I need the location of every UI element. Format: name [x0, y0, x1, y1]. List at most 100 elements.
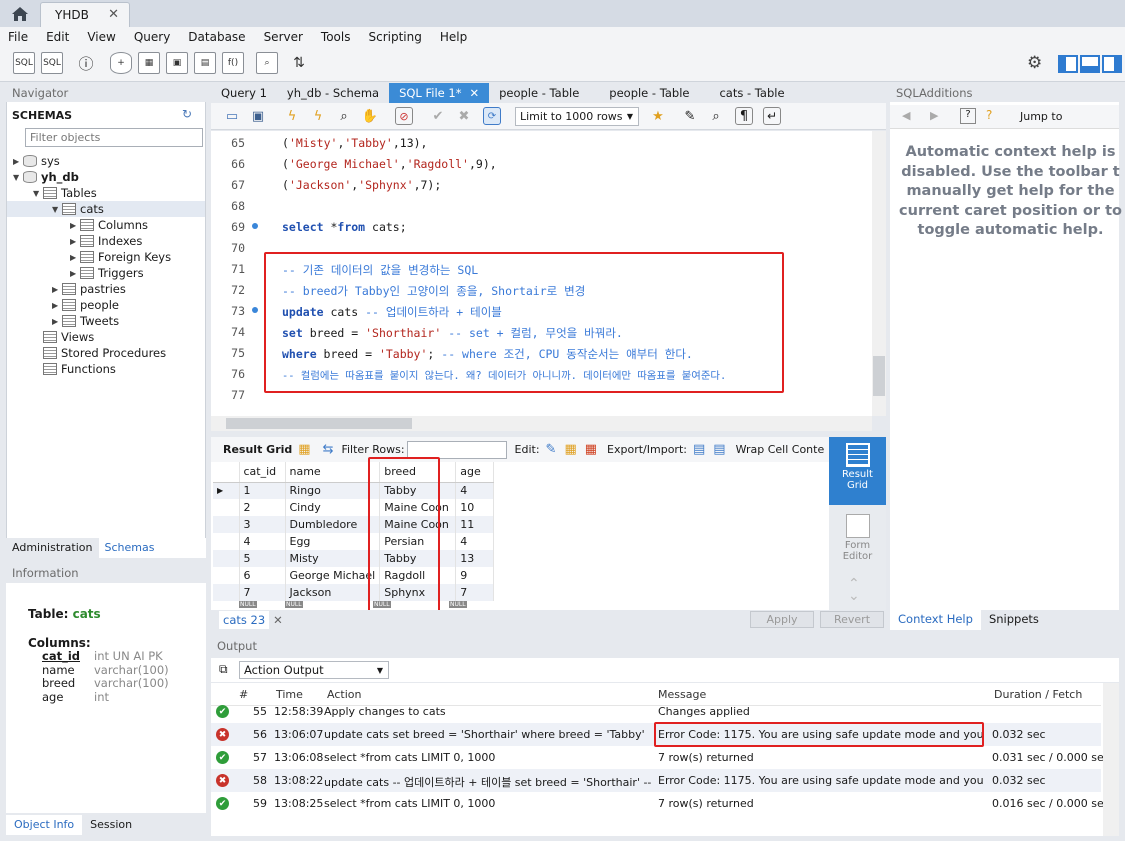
back-icon[interactable]: ◀	[902, 109, 910, 122]
stop-icon[interactable]: ✋	[361, 107, 379, 125]
tree-item-views[interactable]: Views	[43, 329, 94, 345]
expand-arrow-icon[interactable]: ▶	[70, 269, 80, 278]
tree-item-foreign-keys[interactable]: ▶ Foreign Keys	[70, 249, 171, 265]
column-header[interactable]: age	[455, 462, 495, 483]
menu-database[interactable]: Database	[188, 30, 245, 44]
result-grid[interactable]: cat_id name breed age ▶ 1 Ringo Tabby 4 …	[211, 462, 829, 610]
toggle-secondary-sidebar-icon[interactable]	[1102, 55, 1122, 73]
table-row[interactable]: 6 George Michael Ragdoll 9	[213, 567, 495, 584]
tab-people-table-2[interactable]: people - Table	[599, 83, 699, 103]
collapse-arrow-icon[interactable]: ▼	[13, 173, 23, 182]
tab-sql-file-1[interactable]: SQL File 1* ✕	[389, 83, 490, 103]
expand-arrow-icon[interactable]: ▶	[70, 253, 80, 262]
tab-session[interactable]: Session	[82, 815, 140, 835]
output-vertical-scrollbar[interactable]	[1103, 683, 1119, 836]
grid-icon[interactable]: ▦	[298, 442, 310, 457]
table-cell[interactable]: Jackson	[285, 584, 381, 601]
commit-icon[interactable]: ✔	[429, 107, 447, 125]
tab-context-help[interactable]: Context Help	[890, 610, 981, 630]
toggle-output-icon[interactable]	[1080, 55, 1100, 73]
table-cell[interactable]: 4	[455, 482, 495, 499]
editor-hscroll-thumb[interactable]	[226, 418, 412, 429]
open-folder-icon[interactable]: ▭	[223, 107, 241, 125]
open-sql-file-icon[interactable]: SQL	[41, 52, 63, 74]
add-row-icon[interactable]: ▦	[564, 442, 576, 457]
tree-item-functions[interactable]: Functions	[43, 361, 116, 377]
word-wrap-icon[interactable]: ↵	[763, 107, 781, 125]
menu-view[interactable]: View	[87, 30, 115, 44]
forward-icon[interactable]: ▶	[930, 109, 938, 122]
table-cell[interactable]: Dumbledore	[285, 516, 381, 533]
tree-item-triggers[interactable]: ▶ Triggers	[70, 265, 144, 281]
table-row[interactable]: 5 Misty Tabby 13	[213, 550, 495, 567]
table-cell[interactable]: George Michael	[285, 567, 381, 584]
table-cell[interactable]: Egg	[285, 533, 381, 550]
table-cell[interactable]: 4	[239, 533, 286, 550]
close-icon[interactable]: ✕	[108, 7, 119, 22]
table-cell[interactable]: Misty	[285, 550, 381, 567]
revert-button[interactable]: Revert	[820, 611, 884, 628]
table-cell[interactable]: Cindy	[285, 499, 381, 516]
table-cell[interactable]: 7	[455, 584, 495, 601]
create-schema-icon[interactable]: +	[110, 52, 132, 74]
output-row[interactable]: ✖ 58 13:08:22 update cats -- 업데이트하라 + 테이…	[211, 769, 1101, 792]
output-grid[interactable]: # Time Action Message Duration / Fetch ✔…	[211, 683, 1119, 836]
table-row[interactable]: 3 Dumbledore Maine Coon 11	[213, 516, 495, 533]
refresh-icon[interactable]: ⇆	[323, 442, 334, 457]
column-header[interactable]: name	[285, 462, 381, 483]
column-header[interactable]: cat_id	[239, 462, 286, 483]
beautify-icon[interactable]: ✎	[681, 107, 699, 125]
explain-icon[interactable]: ⌕	[335, 107, 353, 125]
tree-item-stored-procedures[interactable]: Stored Procedures	[43, 345, 166, 361]
wrap-cell-label[interactable]: Wrap Cell Conte	[736, 443, 825, 456]
tab-query-1[interactable]: Query 1	[211, 83, 277, 103]
form-editor-view-button[interactable]: Form Editor	[829, 510, 886, 570]
apply-button[interactable]: Apply	[750, 611, 814, 628]
inspector-icon[interactable]: ⓘ	[75, 52, 97, 74]
tree-item-pastries[interactable]: ▶ pastries	[52, 281, 126, 297]
close-icon[interactable]: ✕	[469, 86, 479, 100]
create-table-icon[interactable]: ▦	[138, 52, 160, 74]
rollback-icon[interactable]: ✖	[455, 107, 473, 125]
tab-object-info[interactable]: Object Info	[6, 815, 83, 835]
tree-item-people[interactable]: ▶ people	[52, 297, 119, 313]
menu-scripting[interactable]: Scripting	[368, 30, 421, 44]
jump-to-select[interactable]: Jump to	[1020, 110, 1062, 123]
table-cell[interactable]: 5	[239, 550, 286, 567]
table-cell[interactable]: 7	[239, 584, 286, 601]
close-icon[interactable]: ✕	[273, 613, 283, 627]
table-cell[interactable]: 4	[455, 533, 495, 550]
output-row[interactable]: ✔ 59 13:08:25 select *from cats LIMIT 0,…	[211, 792, 1110, 815]
import-icon[interactable]: ▤	[713, 442, 725, 457]
menu-edit[interactable]: Edit	[46, 30, 69, 44]
tree-item-yh-db[interactable]: ▼ yh_db	[13, 169, 79, 185]
menu-tools[interactable]: Tools	[321, 30, 351, 44]
tab-people-table[interactable]: people - Table	[489, 83, 589, 103]
delete-row-icon[interactable]: ▦	[585, 442, 597, 457]
find-icon[interactable]: ⌕	[707, 107, 725, 125]
tree-item-cats[interactable]: ▼ cats	[52, 201, 104, 217]
search-table-data-icon[interactable]: ⌕	[256, 52, 278, 74]
toggle-sidebar-icon[interactable]	[1058, 55, 1078, 73]
create-procedure-icon[interactable]: ▤	[194, 52, 216, 74]
tree-item-indexes[interactable]: ▶ Indexes	[70, 233, 142, 249]
collapse-arrow-icon[interactable]: ▼	[52, 205, 62, 214]
editor-scroll-thumb[interactable]	[873, 356, 885, 396]
filter-rows-input[interactable]	[406, 440, 507, 459]
result-grid-view-button[interactable]: Result Grid	[829, 437, 886, 505]
menu-query[interactable]: Query	[134, 30, 170, 44]
table-row[interactable]: 4 Egg Persian 4	[213, 533, 495, 550]
table-cell[interactable]: 10	[455, 499, 495, 516]
scroll-arrows-icon[interactable]: ⌃ ⌄	[848, 577, 860, 603]
output-row[interactable]: ✔ 55 12:58:39 Apply changes to cats Chan…	[211, 700, 1101, 723]
tab-schemas[interactable]: Schemas	[99, 538, 161, 558]
tab-yh-db-schema[interactable]: yh_db - Schema	[277, 83, 389, 103]
tree-item-tweets[interactable]: ▶ Tweets	[52, 313, 119, 329]
create-view-icon[interactable]: ▣	[166, 52, 188, 74]
tree-item-tables[interactable]: ▼ Tables	[33, 185, 97, 201]
auto-help-icon[interactable]: ?	[986, 108, 992, 122]
table-cell[interactable]: 13	[455, 550, 495, 567]
tree-item-columns[interactable]: ▶ Columns	[70, 217, 148, 233]
tab-administration[interactable]: Administration	[6, 538, 99, 558]
table-cell[interactable]: 6	[239, 567, 286, 584]
